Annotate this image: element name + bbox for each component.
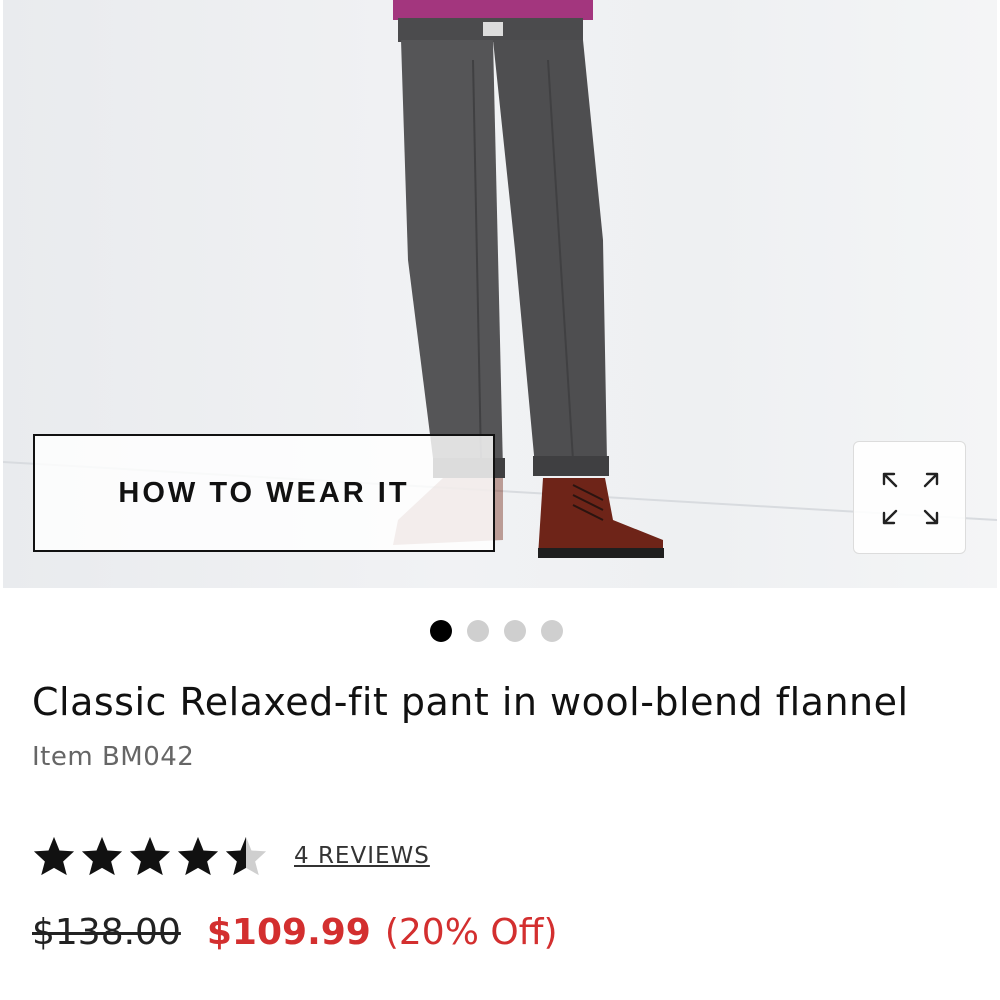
star-icon bbox=[177, 836, 219, 876]
carousel-dot-4[interactable] bbox=[541, 620, 563, 642]
price-row: $138.00 $109.99 (20% Off) bbox=[32, 912, 558, 953]
carousel-dots bbox=[430, 620, 563, 642]
how-to-wear-button[interactable]: HOW TO WEAR IT bbox=[33, 434, 495, 552]
product-title: Classic Relaxed-fit pant in wool-blend f… bbox=[32, 680, 909, 724]
item-number: Item BM042 bbox=[32, 742, 195, 772]
original-price: $138.00 bbox=[32, 912, 181, 953]
how-to-wear-label: HOW TO WEAR IT bbox=[118, 476, 410, 509]
star-rating[interactable] bbox=[32, 835, 268, 877]
discount-label: (20% Off) bbox=[384, 912, 558, 953]
expand-image-button[interactable] bbox=[853, 441, 966, 554]
product-image[interactable]: HOW TO WEAR IT bbox=[3, 0, 997, 588]
carousel-dot-1[interactable] bbox=[430, 620, 452, 642]
carousel-dot-3[interactable] bbox=[504, 620, 526, 642]
star-icon bbox=[81, 836, 123, 876]
reviews-link[interactable]: 4 REVIEWS bbox=[294, 843, 430, 869]
star-icon bbox=[33, 836, 75, 876]
carousel-dot-2[interactable] bbox=[467, 620, 489, 642]
half-star-icon bbox=[225, 836, 267, 876]
rating-row: 4 REVIEWS bbox=[32, 835, 430, 877]
sale-price: $109.99 bbox=[206, 912, 371, 953]
expand-arrows-icon bbox=[882, 472, 939, 525]
star-icon bbox=[129, 836, 171, 876]
